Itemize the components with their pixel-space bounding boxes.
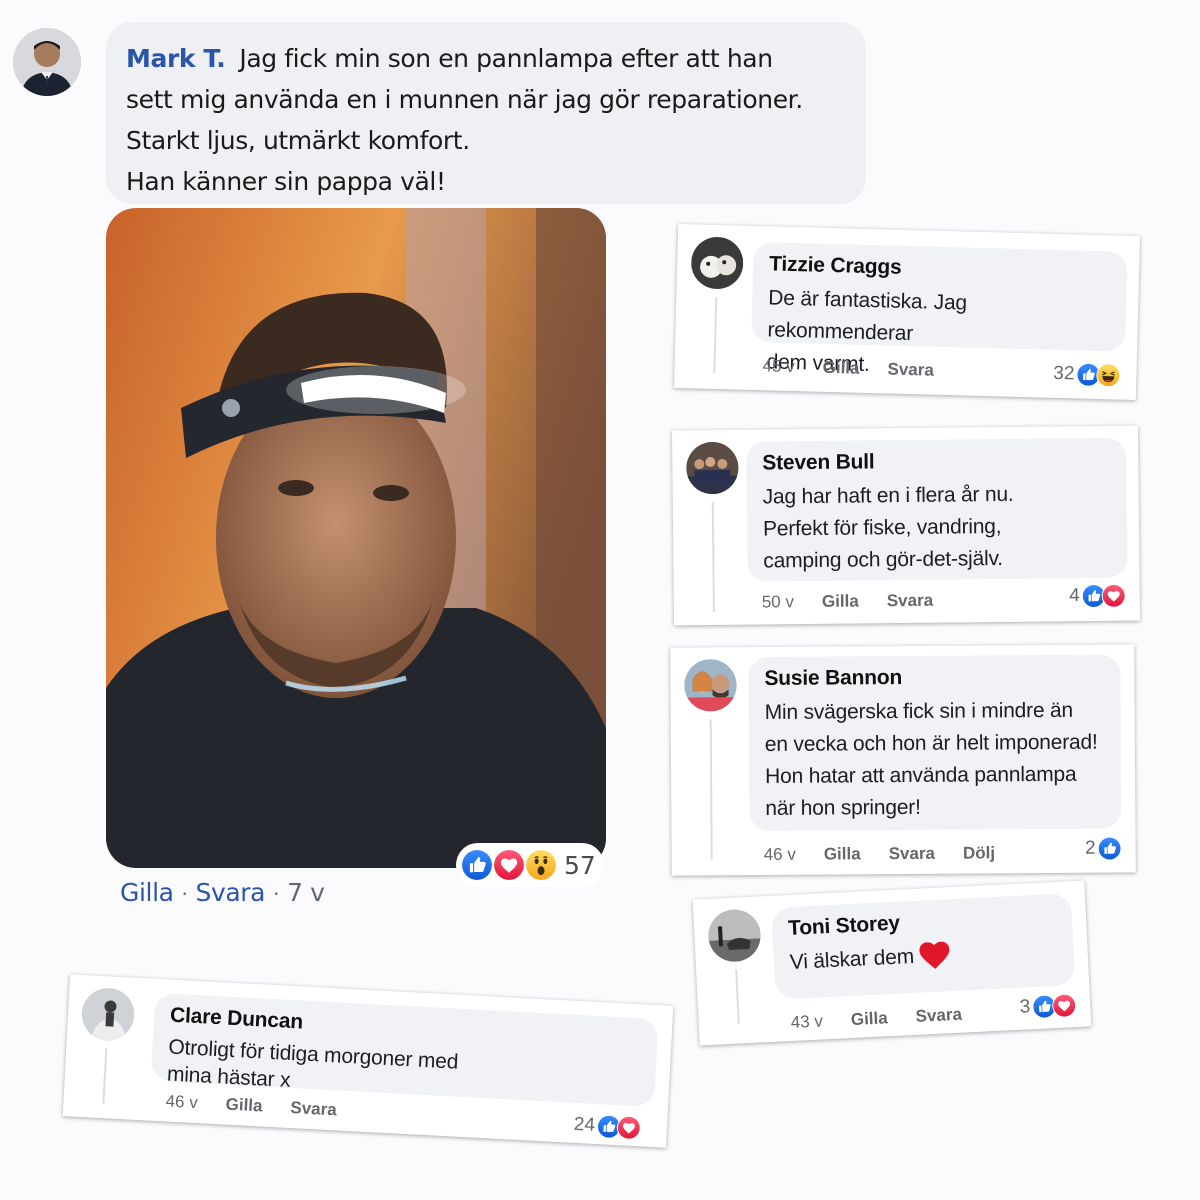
comment-reply-button[interactable]: Svara bbox=[290, 1098, 337, 1120]
commenter-name[interactable]: Tizzie Craggs bbox=[769, 252, 1112, 285]
comment-reply-button[interactable]: Svara bbox=[887, 591, 934, 611]
comment-card-susie: Susie Bannon Min svägerska fick sin i mi… bbox=[670, 644, 1136, 876]
comment-time: 45 v bbox=[762, 356, 795, 377]
commenter-avatar[interactable] bbox=[707, 908, 762, 963]
post-line-3: Starkt ljus, utmärkt komfort. bbox=[126, 126, 470, 155]
comment-card-toni: Toni Storey Vi älskar dem 43 v Gilla Sva… bbox=[692, 880, 1092, 1046]
post-photo[interactable] bbox=[106, 208, 606, 868]
comment-reply-button[interactable]: Svara bbox=[915, 1005, 962, 1027]
post-line-4: Han känner sin pappa väl! bbox=[126, 167, 446, 196]
comment-like-button[interactable]: Gilla bbox=[850, 1008, 888, 1030]
commenter-name[interactable]: Susie Bannon bbox=[764, 665, 1104, 691]
comment-like-button[interactable]: Gilla bbox=[822, 358, 859, 379]
reaction-count: 32 bbox=[1053, 362, 1075, 385]
comment-reply-button[interactable]: Svara bbox=[887, 360, 934, 381]
reaction-count: 24 bbox=[573, 1113, 596, 1136]
post-reply-button[interactable]: Svara bbox=[196, 878, 266, 907]
post-time: 7 v bbox=[287, 878, 325, 907]
comment-text: Vi älskar dem bbox=[789, 934, 1058, 979]
comment-reply-button[interactable]: Svara bbox=[889, 844, 935, 864]
thread-line bbox=[735, 969, 740, 1024]
heart-emoji-icon bbox=[919, 942, 950, 970]
post-line-1: Mark T. Jag fick min son en pannlampa eft… bbox=[126, 44, 773, 73]
commenter-avatar[interactable] bbox=[684, 659, 737, 712]
comment-time: 46 v bbox=[165, 1091, 199, 1113]
post-like-button[interactable]: Gilla bbox=[120, 878, 174, 907]
love-icon bbox=[1101, 583, 1126, 608]
post-line-2: sett mig använda en i munnen när jag gör… bbox=[126, 85, 803, 114]
comment-meta: 50 v Gilla Svara bbox=[762, 591, 934, 613]
comment-reactions[interactable]: 24 bbox=[573, 1113, 642, 1141]
comment-text: Jag har haft en i flera år nu. Perfekt fö… bbox=[762, 482, 1014, 573]
comment-reactions[interactable]: 32 bbox=[1053, 362, 1121, 388]
love-icon bbox=[616, 1115, 642, 1141]
love-icon bbox=[492, 848, 526, 882]
like-icon bbox=[460, 848, 494, 882]
comment-like-button[interactable]: Gilla bbox=[225, 1095, 263, 1117]
love-icon bbox=[1051, 993, 1077, 1019]
comment-meta: 43 v Gilla Svara bbox=[790, 1005, 962, 1033]
thread-line bbox=[102, 1048, 108, 1105]
reaction-count: 4 bbox=[1069, 585, 1080, 607]
commenter-avatar[interactable] bbox=[80, 987, 136, 1042]
comment-time: 46 v bbox=[763, 844, 796, 864]
comment-card-tizzie: Tizzie Craggs De är fantastiska. Jag rek… bbox=[673, 223, 1141, 401]
post-bubble: Mark T. Jag fick min son en pannlampa eft… bbox=[106, 22, 866, 204]
commenter-avatar[interactable] bbox=[686, 441, 739, 495]
comment-reactions[interactable]: 2 bbox=[1084, 836, 1122, 861]
post-actions: Gilla · Svara · 7 v bbox=[120, 878, 325, 907]
comment-bubble: Clare Duncan Otroligt för tidiga morgone… bbox=[150, 992, 659, 1108]
comment-bubble: Susie Bannon Min svägerska fick sin i mi… bbox=[748, 654, 1122, 832]
comment-meta: 46 v Gilla Svara Dölj bbox=[764, 843, 996, 865]
comment-like-button[interactable]: Gilla bbox=[822, 591, 859, 611]
like-icon bbox=[1097, 836, 1122, 861]
comment-time: 43 v bbox=[790, 1011, 824, 1033]
commenter-avatar[interactable] bbox=[690, 236, 744, 290]
comment-bubble: Tizzie Craggs De är fantastiska. Jag rek… bbox=[751, 241, 1128, 376]
commenter-name[interactable]: Steven Bull bbox=[762, 448, 1110, 476]
reaction-count: 3 bbox=[1019, 996, 1031, 1018]
post-reaction-count: 57 bbox=[564, 850, 596, 880]
haha-icon bbox=[1096, 362, 1121, 388]
comment-like-button[interactable]: Gilla bbox=[824, 844, 861, 864]
comment-card-clare: Clare Duncan Otroligt för tidiga morgone… bbox=[62, 974, 674, 1148]
comment-text: Min svägerska fick sin i mindre än en vec… bbox=[764, 698, 1098, 820]
comment-card-steven: Steven Bull Jag har haft en i flera år n… bbox=[671, 425, 1141, 626]
thread-line bbox=[709, 719, 713, 860]
comment-hide-button[interactable]: Dölj bbox=[963, 843, 995, 863]
comment-reactions[interactable]: 4 bbox=[1069, 583, 1126, 609]
comment-meta: 46 v Gilla Svara bbox=[165, 1091, 337, 1120]
thread-line bbox=[713, 296, 718, 374]
comment-bubble: Steven Bull Jag har haft en i flera år n… bbox=[746, 437, 1128, 582]
post-reactions[interactable]: 57 bbox=[456, 843, 604, 887]
comment-bubble: Toni Storey Vi älskar dem bbox=[771, 893, 1076, 1000]
comment-reactions[interactable]: 3 bbox=[1019, 993, 1077, 1020]
reaction-count: 2 bbox=[1084, 837, 1096, 859]
author-avatar[interactable] bbox=[13, 28, 81, 96]
post-author-name[interactable]: Mark T. bbox=[126, 44, 226, 73]
comment-time: 50 v bbox=[761, 592, 795, 612]
thread-line bbox=[711, 502, 715, 613]
wow-icon bbox=[524, 848, 558, 882]
